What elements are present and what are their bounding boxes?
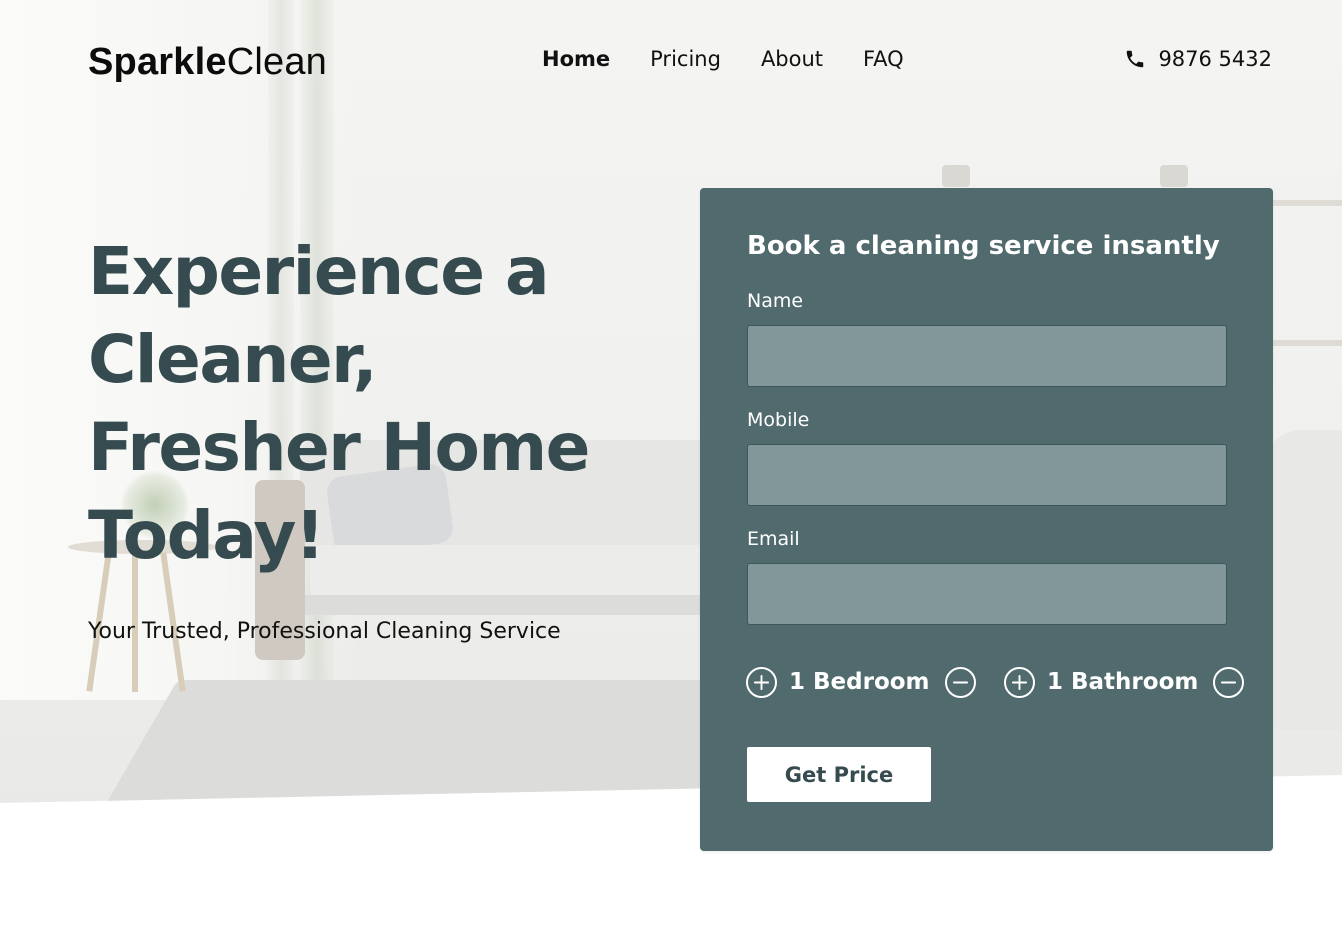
nav-item-pricing[interactable]: Pricing	[650, 44, 721, 74]
bedroom-decrement-button[interactable]	[944, 666, 976, 698]
hero-subheadline: Your Trusted, Professional Cleaning Serv…	[88, 619, 561, 644]
bathroom-increment-button[interactable]	[1004, 666, 1035, 698]
mobile-label: Mobile	[747, 409, 810, 431]
email-field[interactable]	[747, 563, 1227, 625]
hero-headline-line: Today!	[88, 497, 325, 574]
bathroom-decrement-button[interactable]	[1213, 666, 1245, 698]
nav-item-home[interactable]: Home	[542, 44, 610, 74]
brand-name-bold: Sparkle	[88, 41, 227, 83]
minus-circle-icon	[952, 681, 968, 683]
hero-headline-line: Cleaner,	[88, 321, 378, 398]
hero-headline-line: Experience a	[88, 233, 549, 310]
nav-item-about[interactable]: About	[761, 44, 823, 74]
bedroom-count: 1 Bedroom	[789, 669, 930, 695]
main-nav: Home Pricing About FAQ	[542, 44, 904, 74]
nav-item-faq[interactable]: FAQ	[863, 44, 904, 74]
phone-number: 9876 5432	[1158, 47, 1272, 71]
brand-name-light: Clean	[226, 41, 328, 83]
hero-headline: Experience a Cleaner, Fresher Home Today…	[88, 228, 608, 580]
get-price-button[interactable]: Get Price	[747, 747, 931, 802]
phone-icon	[1127, 50, 1144, 68]
booking-form-card: Book a cleaning service insantly Name Mo…	[700, 188, 1273, 851]
mobile-field[interactable]	[747, 444, 1227, 506]
name-field[interactable]	[747, 325, 1227, 387]
plus-circle-icon	[1011, 674, 1028, 690]
form-title: Book a cleaning service insantly	[747, 231, 1220, 261]
brand-logo[interactable]: SparkleClean	[88, 40, 327, 84]
phone-contact[interactable]: 9876 5432	[1124, 44, 1272, 74]
email-label: Email	[747, 528, 800, 550]
bathroom-stepper: 1 Bathroom	[1004, 666, 1245, 698]
plus-circle-icon	[753, 674, 770, 690]
minus-circle-icon	[1221, 681, 1237, 683]
hero-headline-line: Fresher Home	[88, 409, 590, 486]
name-label: Name	[747, 290, 804, 312]
bedroom-stepper: 1 Bedroom	[746, 666, 976, 698]
bathroom-count: 1 Bathroom	[1047, 669, 1199, 695]
bedroom-increment-button[interactable]	[746, 666, 777, 698]
